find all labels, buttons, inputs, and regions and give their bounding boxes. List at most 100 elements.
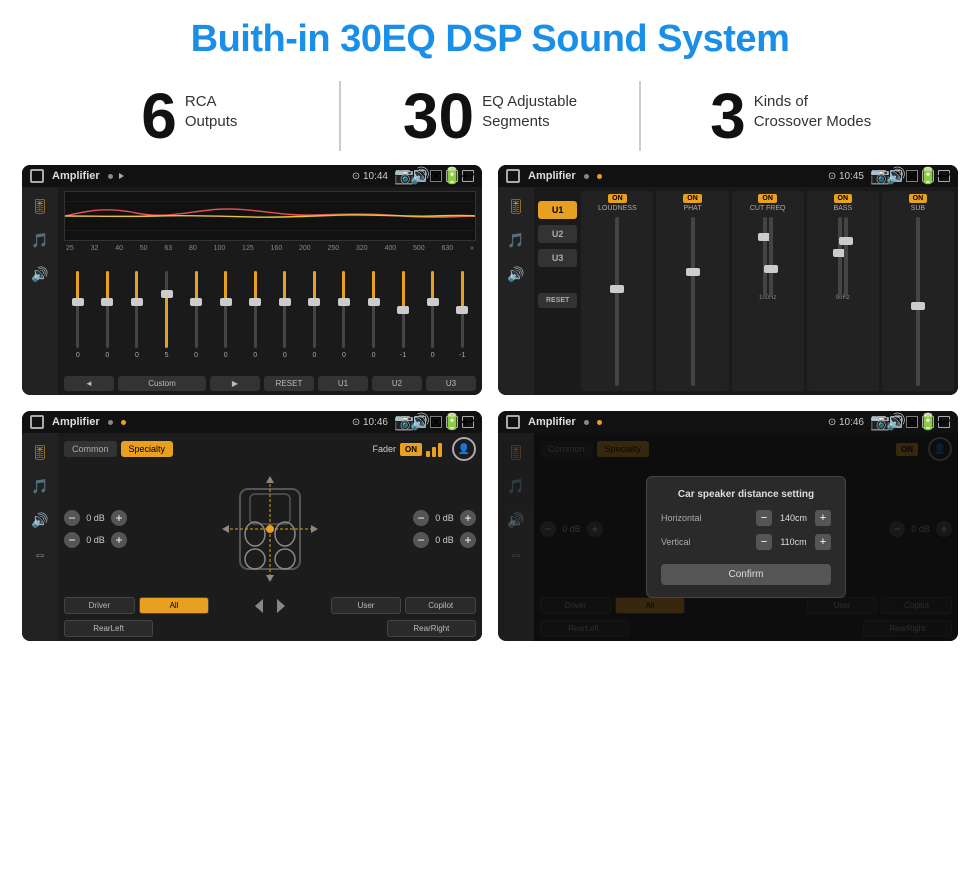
freq-160: 160 xyxy=(271,245,283,252)
eq-slider-14[interactable]: -1 xyxy=(449,269,477,359)
eq-slider-3[interactable]: 0 xyxy=(123,269,151,359)
dialog-horizontal-plus[interactable]: + xyxy=(815,510,831,526)
fader-icon-4[interactable]: ⇔ xyxy=(29,543,51,565)
loudness-slider[interactable] xyxy=(615,217,619,386)
crossover-icon-2[interactable]: 🎵 xyxy=(505,229,527,251)
fader-plus-2[interactable]: + xyxy=(111,532,127,548)
fader-specialty-tab[interactable]: Specialty xyxy=(121,441,174,457)
eq-u2-btn[interactable]: U2 xyxy=(372,376,422,391)
dialog-vertical-minus[interactable]: − xyxy=(756,534,772,550)
fader-home-icon[interactable] xyxy=(30,415,44,429)
back-icon[interactable]: ↩ xyxy=(462,170,474,182)
fader-driver-btn[interactable]: Driver xyxy=(64,597,135,614)
dialog-vertical-plus[interactable]: + xyxy=(815,534,831,550)
dialog-home-icon[interactable] xyxy=(506,415,520,429)
eq-slider-8[interactable]: 0 xyxy=(271,269,299,359)
dialog-vertical-value: 110cm xyxy=(776,537,811,547)
phat-thumb xyxy=(686,268,700,276)
eq-slider-7[interactable]: 0 xyxy=(241,269,269,359)
eq-u3-btn[interactable]: U3 xyxy=(426,376,476,391)
eq-slider-13[interactable]: 0 xyxy=(419,269,447,359)
u1-preset[interactable]: U1 xyxy=(538,201,577,219)
sub-on-badge: ON xyxy=(909,194,928,203)
sub-slider[interactable] xyxy=(916,217,920,386)
crossover-icon-1[interactable]: 🎚 xyxy=(505,195,527,217)
eq-slider-4[interactable]: 5 xyxy=(153,269,181,359)
fader-rearleft-btn[interactable]: RearLeft xyxy=(64,620,153,637)
fader-icon-2[interactable]: 🎵 xyxy=(29,475,51,497)
fader-icon-1[interactable]: 🎚 xyxy=(29,441,51,463)
bass-slider-f[interactable] xyxy=(838,217,842,297)
fader-user-btn[interactable]: User xyxy=(331,597,402,614)
phat-slider[interactable] xyxy=(691,217,695,386)
fader-top-row: Common Specialty Fader ON 👤 xyxy=(64,437,476,461)
bass-slider-g[interactable] xyxy=(844,217,848,297)
u3-preset[interactable]: U3 xyxy=(538,249,577,267)
eq-track-12 xyxy=(402,271,405,348)
stat-number-30: 30 xyxy=(403,84,474,148)
play-icon[interactable] xyxy=(119,173,124,179)
battery-icon: 🔋 xyxy=(446,170,458,182)
fader-minus-3[interactable]: − xyxy=(413,510,429,526)
eq-slider-2[interactable]: 0 xyxy=(94,269,122,359)
dialog-confirm-button[interactable]: Confirm xyxy=(661,564,831,585)
fader-label-row: Fader ON xyxy=(372,441,442,457)
eq-val-2: 0 xyxy=(105,352,109,359)
fader-minus-4[interactable]: − xyxy=(413,532,429,548)
u2-preset[interactable]: U2 xyxy=(538,225,577,243)
eq-track-5 xyxy=(195,271,198,348)
loudness-thumb xyxy=(610,285,624,293)
eq-val-13: 0 xyxy=(431,352,435,359)
eq-slider-11[interactable]: 0 xyxy=(360,269,388,359)
fader-plus-4[interactable]: + xyxy=(460,532,476,548)
eq-sidebar-icon-3[interactable]: 🔊 xyxy=(29,263,51,285)
crossover-icon-3[interactable]: 🔊 xyxy=(505,263,527,285)
fader-copilot-btn[interactable]: Copilot xyxy=(405,597,476,614)
eq-prev-btn[interactable]: ◄ xyxy=(64,376,114,391)
dialog-horizontal-controls: − 140cm + xyxy=(756,510,831,526)
dialog-horizontal-minus[interactable]: − xyxy=(756,510,772,526)
eq-slider-9[interactable]: 0 xyxy=(301,269,329,359)
eq-time: ⊙ 10:44 xyxy=(352,171,388,182)
crossover-screen-title: Amplifier xyxy=(528,170,576,182)
eq-track-1 xyxy=(76,271,79,348)
crossover-back-icon[interactable]: ↩ xyxy=(938,170,950,182)
eq-thumb-13 xyxy=(427,298,439,306)
eq-custom-btn[interactable]: Custom xyxy=(118,376,206,391)
fader-bar-3 xyxy=(438,443,442,457)
cutfreq-freq: 100Hz xyxy=(759,295,776,301)
camera-icon: 📷 xyxy=(398,170,410,182)
eq-track-13 xyxy=(431,271,434,348)
cutfreq-slider-g[interactable] xyxy=(769,217,773,297)
fader-back-icon[interactable]: ↩ xyxy=(462,416,474,428)
eq-next-btn[interactable]: ▶ xyxy=(210,376,260,391)
eq-slider-1[interactable]: 0 xyxy=(64,269,92,359)
eq-u1-btn[interactable]: U1 xyxy=(318,376,368,391)
freq-250: 250 xyxy=(328,245,340,252)
eq-slider-10[interactable]: 0 xyxy=(330,269,358,359)
fader-minus-2[interactable]: − xyxy=(64,532,80,548)
eq-reset-btn[interactable]: RESET xyxy=(264,376,314,391)
crossover-reset-btn[interactable]: RESET xyxy=(538,293,577,308)
eq-sidebar-icon-1[interactable]: 🎚 xyxy=(29,195,51,217)
fader-minus-1[interactable]: − xyxy=(64,510,80,526)
crossover-home-icon[interactable] xyxy=(506,169,520,183)
eq-slider-12[interactable]: -1 xyxy=(389,269,417,359)
home-icon[interactable] xyxy=(30,169,44,183)
eq-track-6 xyxy=(224,271,227,348)
fader-icon-3[interactable]: 🔊 xyxy=(29,509,51,531)
eq-slider-6[interactable]: 0 xyxy=(212,269,240,359)
dialog-back-icon[interactable]: ↩ xyxy=(938,416,950,428)
fader-common-tab[interactable]: Common xyxy=(64,441,117,457)
cutfreq-slider-f[interactable] xyxy=(763,217,767,297)
fader-plus-1[interactable]: + xyxy=(111,510,127,526)
eq-thumb-6 xyxy=(220,298,232,306)
eq-slider-5[interactable]: 0 xyxy=(182,269,210,359)
fader-all-btn[interactable]: All xyxy=(139,597,210,614)
channel-cutfreq: ON CUT FREQ 100Hz xyxy=(732,191,804,391)
crossover-icons-right: 📷 🔊 ⊠ 🔋 ↩ xyxy=(874,170,950,182)
fader-rearright-btn[interactable]: RearRight xyxy=(387,620,476,637)
fader-on-btn[interactable]: ON xyxy=(400,443,422,456)
eq-sidebar-icon-2[interactable]: 🎵 xyxy=(29,229,51,251)
fader-plus-3[interactable]: + xyxy=(460,510,476,526)
